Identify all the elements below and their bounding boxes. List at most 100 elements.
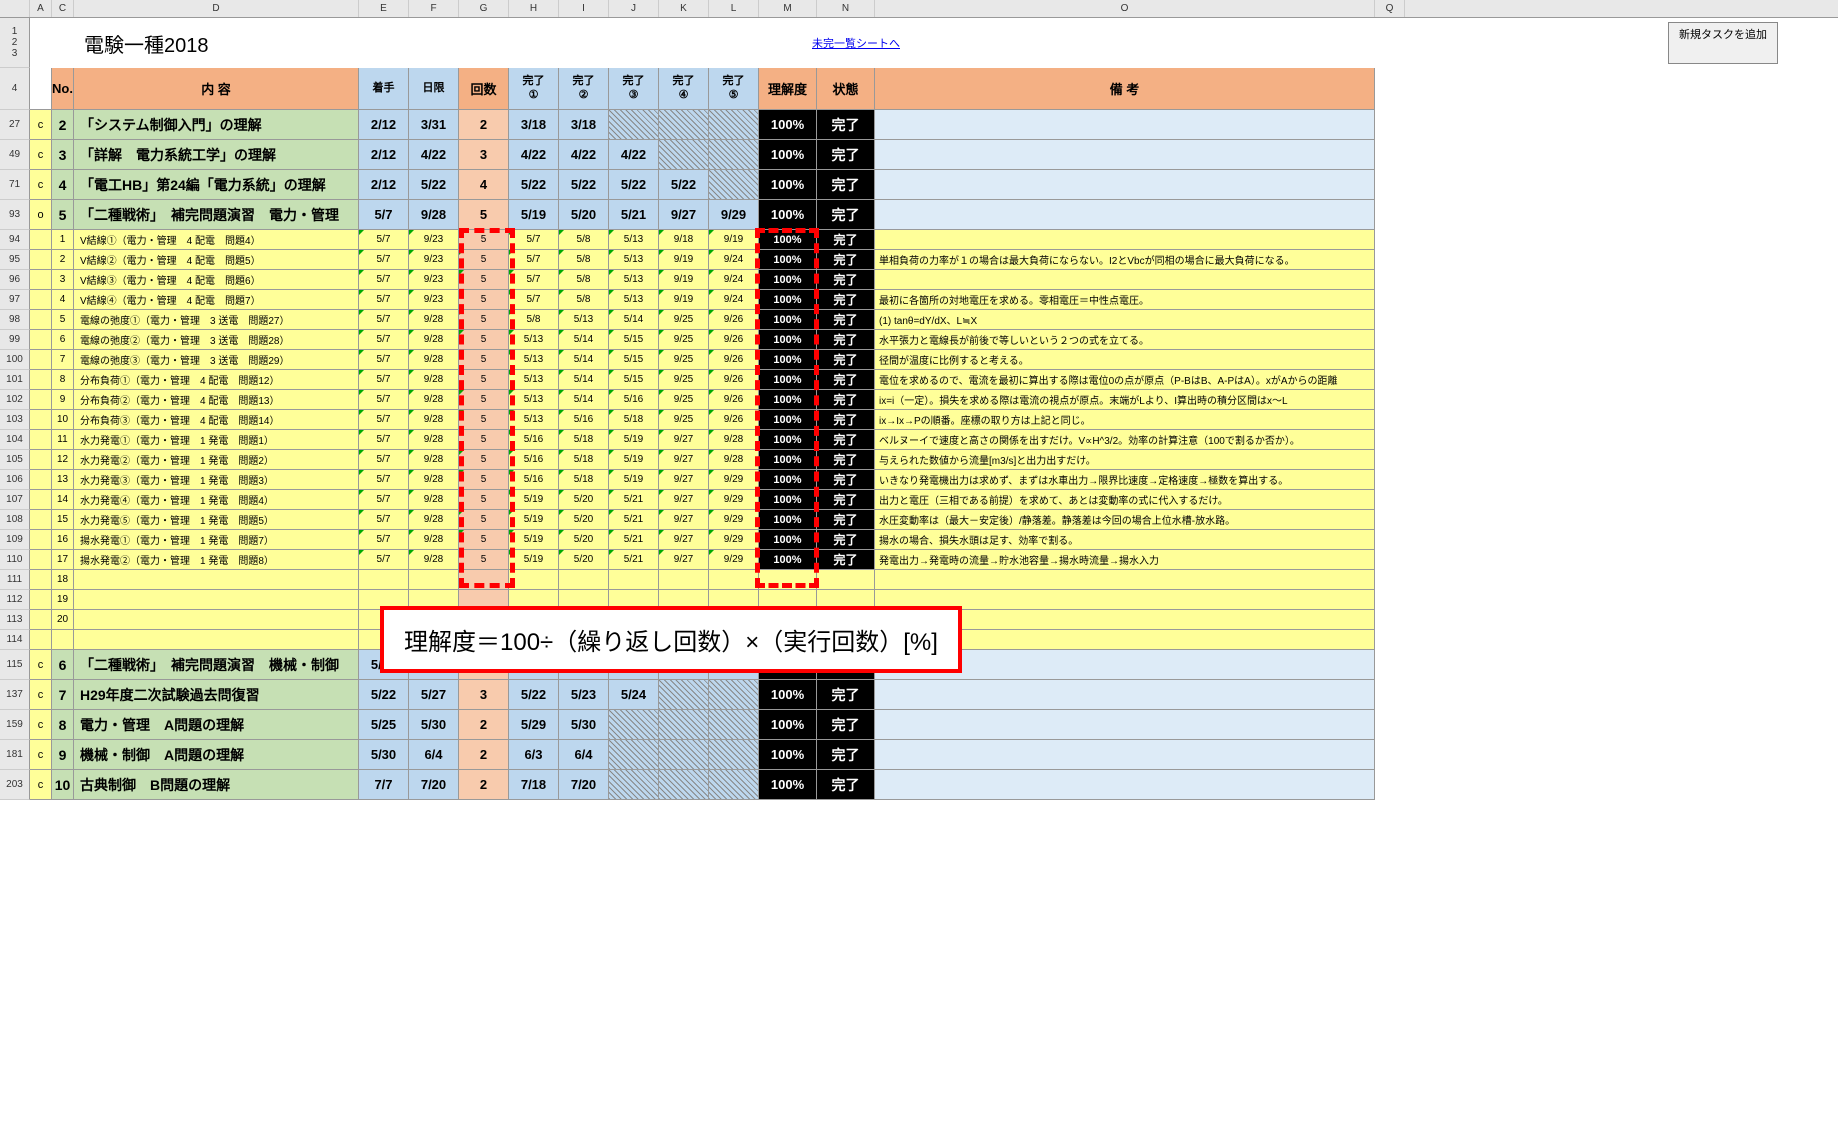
cell-no[interactable]: 4 [52, 170, 74, 200]
cell-done1[interactable]: 5/19 [509, 490, 559, 510]
cell-due[interactable]: 9/28 [409, 410, 459, 430]
row-label[interactable]: 96 [0, 270, 30, 290]
cell-start[interactable]: 5/7 [359, 350, 409, 370]
cell-done2[interactable]: 5/22 [559, 170, 609, 200]
cell-done3[interactable]: 5/13 [609, 270, 659, 290]
cell-status-code[interactable]: c [30, 650, 52, 680]
cell-state[interactable]: 完了 [817, 740, 875, 770]
cell-due[interactable]: 5/22 [409, 170, 459, 200]
cell-start[interactable]: 5/7 [359, 200, 409, 230]
cell-done3[interactable]: 5/21 [609, 510, 659, 530]
cell[interactable] [74, 570, 359, 590]
cell[interactable] [30, 350, 52, 370]
cell-state[interactable]: 完了 [817, 310, 875, 330]
cell-done5[interactable] [709, 740, 759, 770]
cell-done4[interactable]: 9/19 [659, 290, 709, 310]
cell-done2[interactable]: 3/18 [559, 110, 609, 140]
cell-status-code[interactable]: c [30, 170, 52, 200]
cell-done5[interactable]: 9/29 [709, 510, 759, 530]
cell[interactable] [30, 450, 52, 470]
row-label[interactable]: 114 [0, 630, 30, 650]
cell-understanding[interactable]: 100% [759, 430, 817, 450]
cell-done1[interactable]: 5/16 [509, 450, 559, 470]
cell-remarks[interactable]: 発電出力→発電時の流量→貯水池容量→揚水時流量→揚水入力 [875, 550, 1375, 570]
cell-count[interactable]: 2 [459, 110, 509, 140]
cell-done3[interactable]: 5/24 [609, 680, 659, 710]
cell-understanding[interactable]: 100% [759, 510, 817, 530]
cell-remarks[interactable] [875, 140, 1375, 170]
cell-remarks[interactable]: 水圧変動率は（最大－安定後）/静落差。静落差は今回の場合上位水槽-放水路。 [875, 510, 1375, 530]
cell-state[interactable]: 完了 [817, 270, 875, 290]
cell-done4[interactable] [659, 770, 709, 800]
cell-content[interactable]: 電力・管理 A問題の理解 [74, 710, 359, 740]
cell-count[interactable]: 5 [459, 250, 509, 270]
cell-state[interactable]: 完了 [817, 390, 875, 410]
cell-done3[interactable]: 5/19 [609, 450, 659, 470]
cell-done3[interactable]: 5/13 [609, 290, 659, 310]
cell[interactable] [609, 570, 659, 590]
cell-done1[interactable]: 7/18 [509, 770, 559, 800]
cell-done1[interactable]: 5/13 [509, 330, 559, 350]
cell[interactable] [359, 570, 409, 590]
cell-start[interactable]: 5/7 [359, 450, 409, 470]
cell-remarks[interactable]: 最初に各箇所の対地電圧を求める。零相電圧＝中性点電圧。 [875, 290, 1375, 310]
col-A[interactable]: A [30, 0, 52, 17]
cell-content[interactable]: 水力発電⑤（電力・管理 1 発電 問題5） [74, 510, 359, 530]
cell-start[interactable]: 5/7 [359, 250, 409, 270]
cell-done2[interactable]: 5/18 [559, 470, 609, 490]
cell-done2[interactable]: 7/20 [559, 770, 609, 800]
cell-done3[interactable]: 5/13 [609, 230, 659, 250]
cell-due[interactable]: 9/28 [409, 510, 459, 530]
cell-done3[interactable]: 5/21 [609, 550, 659, 570]
cell-done2[interactable]: 5/14 [559, 350, 609, 370]
cell-done2[interactable]: 5/13 [559, 310, 609, 330]
cell-content[interactable]: 機械・制御 A問題の理解 [74, 740, 359, 770]
hdr-start[interactable]: 着手 [359, 68, 409, 110]
hdr-remarks[interactable]: 備 考 [875, 68, 1375, 110]
cell-remarks[interactable] [875, 770, 1375, 800]
cell-done1[interactable]: 6/3 [509, 740, 559, 770]
cell-state[interactable]: 完了 [817, 680, 875, 710]
cell-done5[interactable]: 9/28 [709, 450, 759, 470]
cell-status-code[interactable]: c [30, 740, 52, 770]
cell-done4[interactable]: 9/25 [659, 410, 709, 430]
cell-understanding[interactable]: 100% [759, 450, 817, 470]
cell-done4[interactable] [659, 710, 709, 740]
row-label[interactable]: 97 [0, 290, 30, 310]
cell-remarks[interactable] [875, 110, 1375, 140]
cell-content[interactable]: 揚水発電①（電力・管理 1 発電 問題7） [74, 530, 359, 550]
row-label[interactable]: 203 [0, 770, 30, 800]
col-H[interactable]: H [509, 0, 559, 17]
cell-done1[interactable]: 4/22 [509, 140, 559, 170]
cell-remarks[interactable] [875, 230, 1375, 250]
cell-start[interactable]: 7/7 [359, 770, 409, 800]
cell[interactable] [30, 510, 52, 530]
cell-done4[interactable] [659, 110, 709, 140]
cell-count[interactable]: 5 [459, 410, 509, 430]
cell-state[interactable]: 完了 [817, 490, 875, 510]
cell-no[interactable]: 18 [52, 570, 74, 590]
cell-state[interactable]: 完了 [817, 710, 875, 740]
cell-done1[interactable]: 5/19 [509, 200, 559, 230]
cell-done4[interactable]: 9/25 [659, 330, 709, 350]
cell-count[interactable]: 5 [459, 390, 509, 410]
cell-done5[interactable]: 9/29 [709, 200, 759, 230]
cell-done3[interactable]: 5/21 [609, 490, 659, 510]
cell-due[interactable]: 6/4 [409, 740, 459, 770]
cell[interactable] [659, 570, 709, 590]
cell-understanding[interactable]: 100% [759, 270, 817, 290]
row-label[interactable]: 101 [0, 370, 30, 390]
cell-done1[interactable]: 5/7 [509, 250, 559, 270]
cell-status-code[interactable]: o [30, 200, 52, 230]
cell-done5[interactable] [709, 680, 759, 710]
cell-count[interactable]: 5 [459, 330, 509, 350]
cell[interactable] [30, 330, 52, 350]
cell-done3[interactable]: 5/16 [609, 390, 659, 410]
cell-state[interactable]: 完了 [817, 140, 875, 170]
cell-count[interactable]: 3 [459, 140, 509, 170]
cell-done4[interactable]: 9/25 [659, 390, 709, 410]
hdr-A[interactable] [30, 68, 52, 110]
cell-understanding[interactable]: 100% [759, 490, 817, 510]
cell-start[interactable]: 2/12 [359, 140, 409, 170]
col-E[interactable]: E [359, 0, 409, 17]
